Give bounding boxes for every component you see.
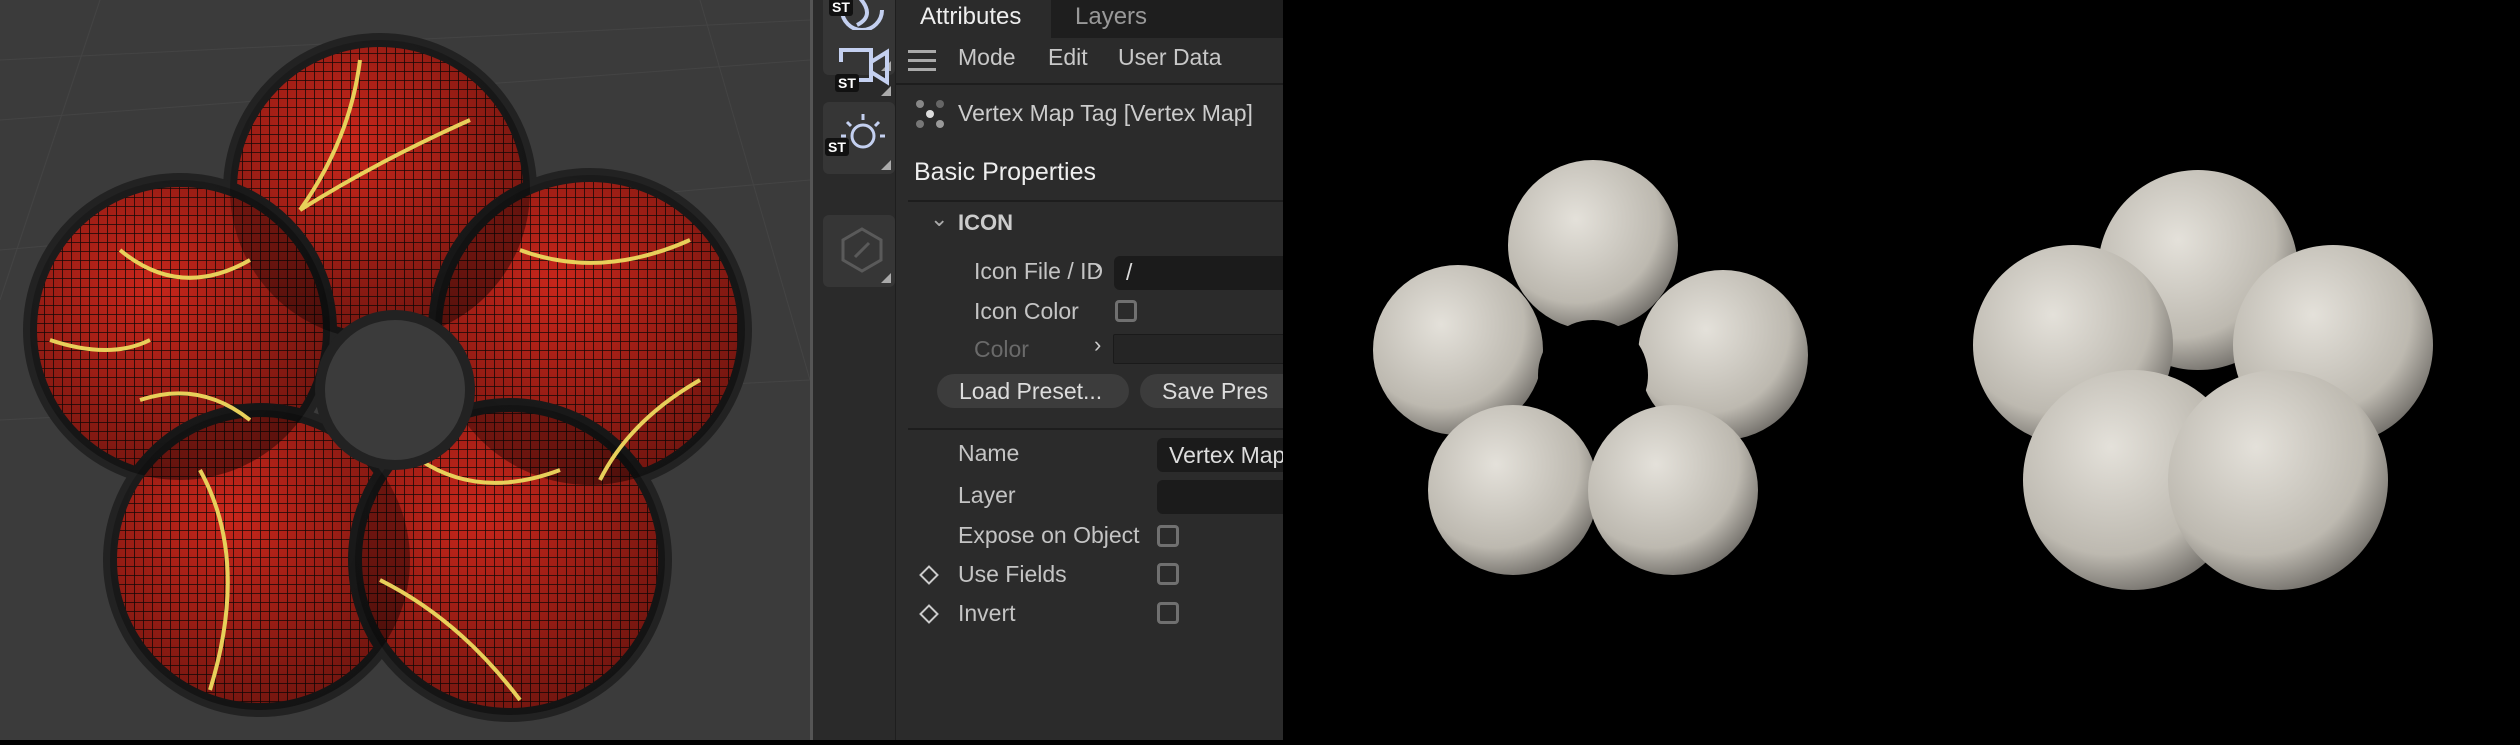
smooth-flower-render [1973, 170, 2433, 590]
3d-viewport[interactable] [0, 0, 810, 740]
name-input[interactable]: Vertex Map [1157, 438, 1283, 472]
layer-field[interactable] [1157, 480, 1283, 514]
edit-tool-button[interactable] [823, 215, 895, 287]
camera-tool-button[interactable]: ST [823, 30, 895, 100]
chevron-down-icon[interactable]: ⌄ [930, 206, 948, 232]
color-label: Color [974, 336, 1029, 362]
st-badge: ST [835, 74, 859, 92]
icon-color-checkbox[interactable] [1115, 300, 1137, 322]
expose-on-object-checkbox[interactable] [1157, 525, 1179, 547]
bubbly-ring-render [1373, 160, 1808, 575]
use-fields-label: Use Fields [958, 561, 1067, 587]
use-fields-checkbox[interactable] [1157, 563, 1179, 585]
expose-on-object-label: Expose on Object [958, 522, 1140, 548]
chevron-right-icon[interactable]: › [1094, 332, 1101, 358]
expand-corner-icon [881, 160, 891, 170]
chevron-right-icon[interactable]: › [1094, 254, 1101, 280]
hamburger-menu-icon[interactable] [908, 50, 936, 71]
st-badge: ST [829, 0, 853, 16]
tab-layers[interactable]: Layers [1051, 0, 1171, 38]
group-icon-header[interactable]: ICON [958, 210, 1013, 236]
tab-attributes[interactable]: Attributes [896, 0, 1051, 38]
red-mesh-torus [0, 0, 810, 722]
menu-edit[interactable]: Edit [1048, 44, 1088, 71]
tool-palette: ST ST ST [810, 0, 895, 740]
section-title: Basic Properties [914, 158, 1097, 186]
menu-user-data[interactable]: User Data [1118, 44, 1222, 71]
layer-label: Layer [958, 482, 1016, 508]
load-preset-button[interactable]: Load Preset... [937, 374, 1129, 408]
attributes-panel: Attributes Layers Mode Edit User Data Ve… [895, 0, 1283, 740]
invert-label: Invert [958, 600, 1016, 626]
keyframe-diamond-icon[interactable] [919, 604, 939, 624]
name-label: Name [958, 440, 1020, 466]
vertex-map-icon [916, 100, 944, 128]
object-title: Vertex Map Tag [Vertex Map] [958, 100, 1253, 126]
clay-renders [1373, 160, 2433, 590]
color-field[interactable] [1113, 334, 1283, 364]
st-badge: ST [825, 138, 849, 156]
icon-color-label: Icon Color [974, 298, 1079, 324]
panel-tabs: Attributes Layers [896, 0, 1283, 38]
render-preview [1283, 0, 2520, 740]
keyframe-diamond-icon[interactable] [919, 565, 939, 585]
save-preset-button[interactable]: Save Pres [1140, 374, 1283, 408]
menu-mode[interactable]: Mode [958, 44, 1016, 71]
invert-checkbox[interactable] [1157, 602, 1179, 624]
icon-file-input[interactable]: / [1114, 256, 1283, 290]
edit-hexagon-icon [841, 227, 883, 273]
icon-file-label: Icon File / ID [974, 258, 1104, 284]
expand-corner-icon [881, 86, 891, 96]
light-tool-button[interactable]: ST [823, 102, 895, 174]
expand-corner-icon [881, 273, 891, 283]
